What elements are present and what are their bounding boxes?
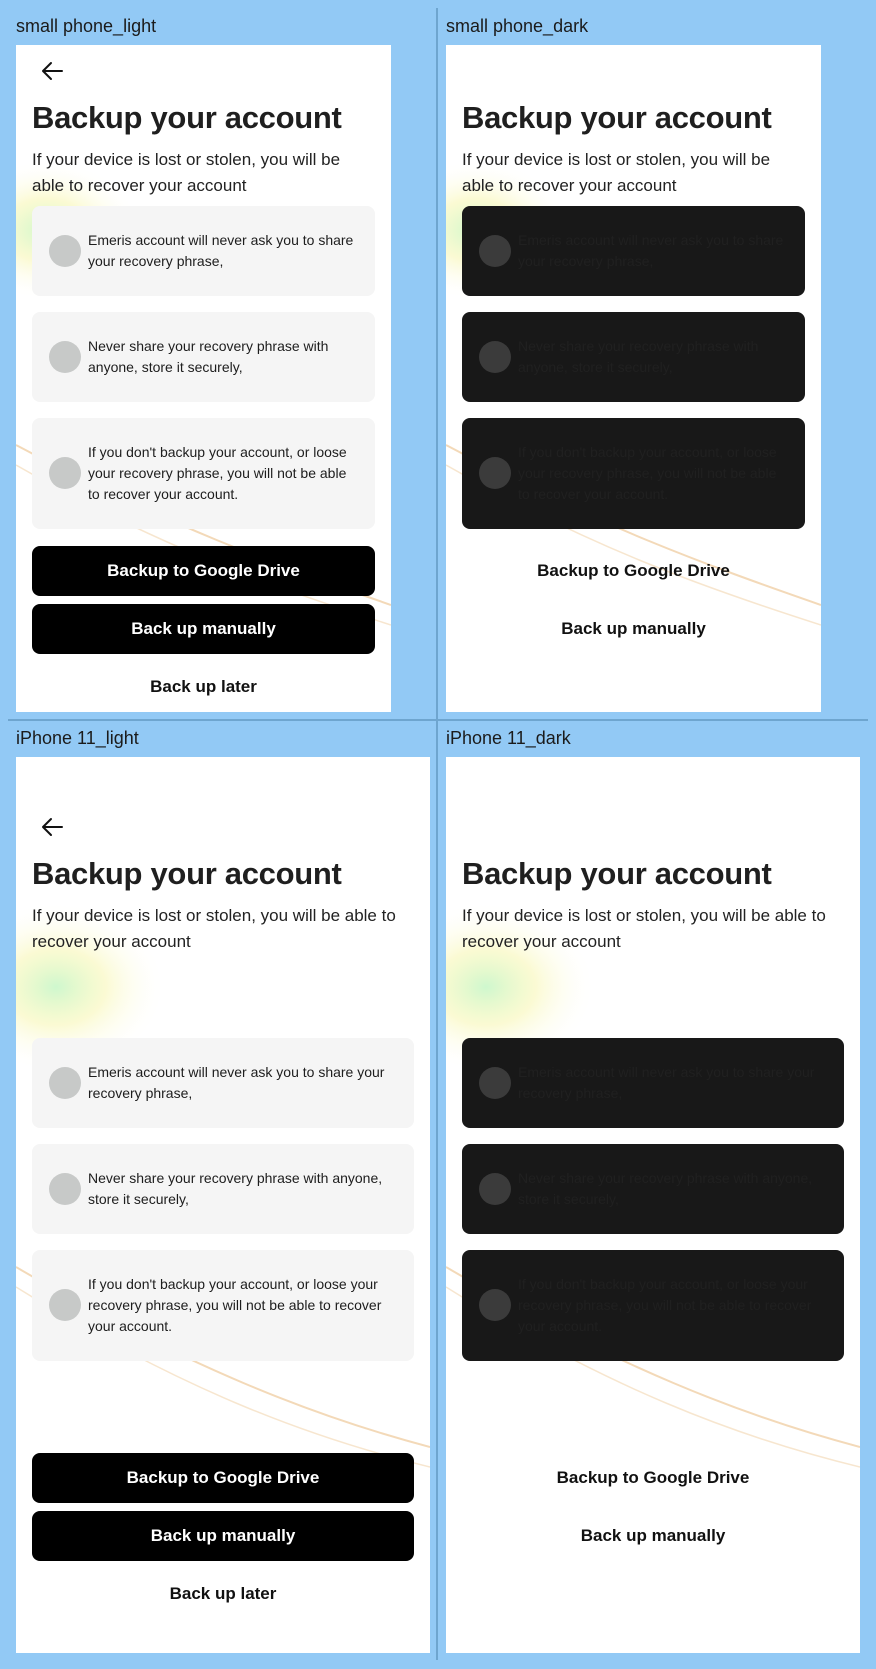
card-text: Emeris account will never ask you to sha…	[88, 232, 354, 269]
backup-later-button[interactable]: Back up later	[32, 662, 375, 712]
warning-card[interactable]: If you don't backup your account, or loo…	[462, 1250, 844, 1361]
warning-card[interactable]: Emeris account will never ask you to sha…	[462, 1038, 844, 1128]
frame-label: iPhone 11_dark	[446, 728, 571, 748]
warning-card[interactable]: Emeris account will never ask you to sha…	[32, 206, 375, 296]
page-title: Backup your account	[462, 856, 772, 891]
backup-later-button[interactable]: Back up later	[32, 1569, 414, 1619]
back-arrow-icon[interactable]	[38, 813, 66, 841]
page-subtitle: If your device is lost or stolen, you wi…	[32, 150, 341, 195]
radio-button[interactable]	[479, 341, 511, 373]
radio-button[interactable]	[49, 457, 81, 489]
backup-google-drive-button[interactable]: Backup to Google Drive	[32, 1453, 414, 1503]
backup-manually-button[interactable]: Back up manually	[32, 604, 375, 654]
radio-button[interactable]	[49, 1067, 81, 1099]
warning-card[interactable]: Never share your recovery phrase with an…	[32, 1144, 414, 1234]
iphone-11-light-screen: Backup your account If your device is lo…	[16, 757, 430, 1653]
radio-button[interactable]	[49, 341, 81, 373]
warning-card[interactable]: Emeris account will never ask you to sha…	[462, 206, 805, 296]
card-text: If you don't backup your account, or loo…	[88, 444, 347, 502]
card-text: Never share your recovery phrase with an…	[88, 338, 329, 375]
card-text: Never share your recovery phrase with an…	[88, 1170, 383, 1207]
warning-card[interactable]: Never share your recovery phrase with an…	[32, 312, 375, 402]
frame-label: small phone_light	[16, 16, 157, 36]
warning-card[interactable]: If you don't backup your account, or loo…	[32, 1250, 414, 1361]
iphone-11-dark-screen: Backup your account If your device is lo…	[446, 757, 860, 1653]
card-text: Emeris account will never ask you to sha…	[518, 1064, 815, 1101]
card-text: If you don't backup your account, or loo…	[518, 1276, 812, 1334]
card-text: If you don't backup your account, or loo…	[518, 444, 777, 502]
warning-card[interactable]: Never share your recovery phrase with an…	[462, 312, 805, 402]
warning-card[interactable]: If you don't backup your account, or loo…	[462, 418, 805, 529]
card-text: If you don't backup your account, or loo…	[88, 1276, 382, 1334]
frame-divider-horizontal	[8, 719, 868, 721]
radio-button[interactable]	[479, 235, 511, 267]
frame-label: small phone_dark	[446, 16, 589, 36]
backup-manually-button[interactable]: Back up manually	[462, 604, 805, 654]
backup-manually-button[interactable]: Back up manually	[32, 1511, 414, 1561]
radio-button[interactable]	[479, 1067, 511, 1099]
page-title: Backup your account	[32, 856, 342, 891]
warning-card[interactable]: If you don't backup your account, or loo…	[32, 418, 375, 529]
backup-google-drive-button[interactable]: Backup to Google Drive	[462, 1453, 844, 1503]
warning-card[interactable]: Never share your recovery phrase with an…	[462, 1144, 844, 1234]
card-text: Emeris account will never ask you to sha…	[518, 232, 784, 269]
radio-button[interactable]	[49, 1289, 81, 1321]
card-text: Never share your recovery phrase with an…	[518, 338, 759, 375]
warning-card[interactable]: Emeris account will never ask you to sha…	[32, 1038, 414, 1128]
page-title: Backup your account	[462, 100, 772, 135]
radio-button[interactable]	[479, 457, 511, 489]
radio-button[interactable]	[479, 1289, 511, 1321]
radio-button[interactable]	[49, 1173, 81, 1205]
page-subtitle: If your device is lost or stolen, you wi…	[462, 150, 771, 195]
card-text: Never share your recovery phrase with an…	[518, 1170, 813, 1207]
radio-button[interactable]	[479, 1173, 511, 1205]
small-phone-light-screen: Backup your account If your device is lo…	[16, 45, 391, 712]
backup-google-drive-button[interactable]: Backup to Google Drive	[462, 546, 805, 596]
page-title: Backup your account	[32, 100, 342, 135]
backup-manually-button[interactable]: Back up manually	[462, 1511, 844, 1561]
card-text: Emeris account will never ask you to sha…	[88, 1064, 385, 1101]
page-subtitle: If your device is lost or stolen, you wi…	[32, 906, 396, 951]
small-phone-dark-screen: Backup your account If your device is lo…	[446, 45, 821, 712]
radio-button[interactable]	[49, 235, 81, 267]
backup-google-drive-button[interactable]: Backup to Google Drive	[32, 546, 375, 596]
back-arrow-icon[interactable]	[38, 57, 66, 85]
frame-divider-vertical	[436, 8, 438, 1660]
frame-label: iPhone 11_light	[16, 728, 139, 748]
page-subtitle: If your device is lost or stolen, you wi…	[462, 906, 826, 951]
